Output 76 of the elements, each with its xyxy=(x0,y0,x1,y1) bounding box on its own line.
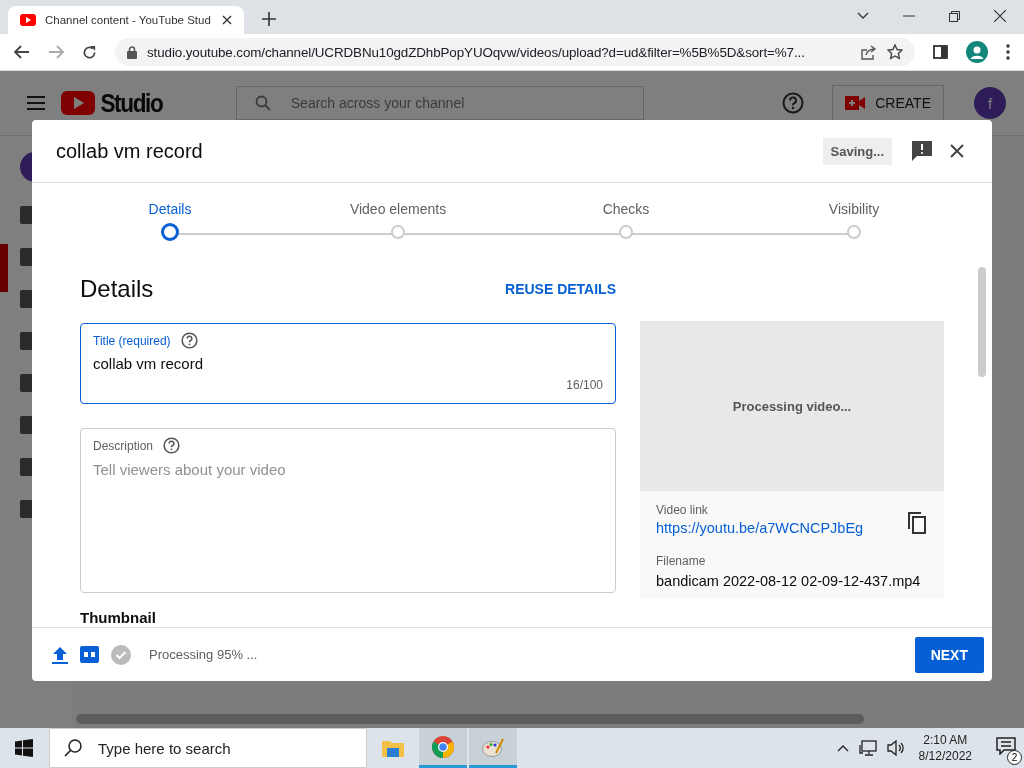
url-text: studio.youtube.com/channel/UCRDBNu10gdZDhbPopYUOqvw/videos/upload?d=ud&filter=%5B%5D&sort=%7... xyxy=(147,44,806,60)
feedback-icon[interactable] xyxy=(912,141,932,161)
studio-logo-text: Studio xyxy=(100,88,163,118)
title-value: collab vm record xyxy=(93,355,205,372)
section-title: Details xyxy=(80,275,154,303)
step-label[interactable]: Details xyxy=(148,201,192,217)
copy-icon[interactable] xyxy=(908,512,926,534)
tab-title: Channel content - YouTube Stud xyxy=(45,14,212,26)
play-logo-icon xyxy=(20,14,36,26)
video-link-label: Video link xyxy=(656,503,709,517)
reuse-details-link[interactable]: REUSE DETAILS xyxy=(505,281,616,297)
profile-icon[interactable] xyxy=(966,41,988,63)
step-indicator[interactable] xyxy=(161,223,179,241)
search-icon xyxy=(254,95,271,111)
volume-icon[interactable] xyxy=(886,740,905,756)
search-placeholder: Search across your channel xyxy=(290,95,465,111)
chevron-down-icon[interactable] xyxy=(857,12,869,20)
taskbar-app[interactable] xyxy=(419,728,467,768)
help-icon[interactable] xyxy=(163,437,181,454)
network-icon[interactable] xyxy=(858,740,877,756)
description-field[interactable]: Description Tell viewers about your video xyxy=(80,428,616,593)
star-icon[interactable] xyxy=(887,44,903,60)
paint-palette-icon xyxy=(482,736,504,757)
field-label: Description xyxy=(93,438,154,453)
thumbnail-heading: Thumbnail xyxy=(80,609,157,626)
scrollbar[interactable] xyxy=(76,714,864,724)
saving-status: Saving... xyxy=(822,137,892,165)
close-icon[interactable] xyxy=(222,15,232,25)
notification-icon[interactable] xyxy=(996,737,1016,755)
video-link[interactable]: https://youtu.be/a7WCNCPJbEg xyxy=(656,520,864,536)
help-icon[interactable] xyxy=(180,332,198,349)
close-icon[interactable] xyxy=(994,10,1006,22)
search-icon xyxy=(64,739,82,757)
clock-time[interactable]: 2:10 AM xyxy=(923,732,968,748)
upload-icon xyxy=(52,645,68,664)
folder-icon xyxy=(382,739,404,757)
video-camera-icon xyxy=(845,96,866,110)
notification-count: 2 xyxy=(1007,750,1022,765)
progress-text: Processing 95% ... xyxy=(149,647,258,662)
check-icon xyxy=(111,644,131,665)
step-label[interactable]: Checks xyxy=(602,201,650,217)
search-placeholder: Type here to search xyxy=(98,739,231,757)
share-icon[interactable] xyxy=(861,44,877,60)
title-field[interactable]: Title (required) collab vm record 16/100 xyxy=(80,323,616,404)
create-button[interactable]: CREATE xyxy=(832,85,944,121)
windows-start-icon[interactable] xyxy=(15,739,33,757)
dialog-title: collab vm record xyxy=(56,139,203,163)
clock-date[interactable]: 8/12/2022 xyxy=(918,748,972,764)
side-panel-icon[interactable] xyxy=(933,45,948,59)
chrome-icon xyxy=(432,735,454,758)
processing-text: Processing video... xyxy=(732,398,852,414)
address-bar[interactable]: studio.youtube.com/channel/UCRDBNu10gdZDhbPopYUOqvw/videos/upload?d=ud&filter=%5B%5D&sort=%7... xyxy=(115,38,915,66)
lock-icon xyxy=(127,45,137,59)
filename-label: Filename xyxy=(656,554,707,568)
back-icon[interactable] xyxy=(14,45,30,59)
browser-tab[interactable]: Channel content - YouTube Stud xyxy=(8,6,244,34)
restore-icon[interactable] xyxy=(949,10,960,22)
taskbar-search-field[interactable]: Type here to search xyxy=(49,728,367,768)
step-label[interactable]: Video elements xyxy=(349,201,447,217)
field-label: Title (required) xyxy=(93,333,171,348)
next-button[interactable]: NEXT xyxy=(914,636,984,673)
new-tab-icon[interactable] xyxy=(262,12,276,26)
description-placeholder: Tell viewers about your video xyxy=(93,461,287,478)
scrollbar[interactable] xyxy=(978,267,986,377)
character-counter: 16/100 xyxy=(566,378,603,392)
studio-logo-icon[interactable] xyxy=(61,91,95,115)
menu-icon[interactable] xyxy=(1006,44,1010,60)
sd-quality-icon xyxy=(80,646,99,663)
avatar[interactable]: f xyxy=(974,87,1006,119)
help-icon[interactable] xyxy=(782,92,805,114)
step-label[interactable]: Visibility xyxy=(828,201,880,217)
filename-text: bandicam 2022-08-12 02-09-12-437.mp4 xyxy=(656,573,922,589)
chevron-up-icon[interactable] xyxy=(836,744,849,752)
reload-icon[interactable] xyxy=(82,44,97,60)
sidebar-active-marker xyxy=(0,244,8,292)
close-icon[interactable] xyxy=(950,144,964,158)
